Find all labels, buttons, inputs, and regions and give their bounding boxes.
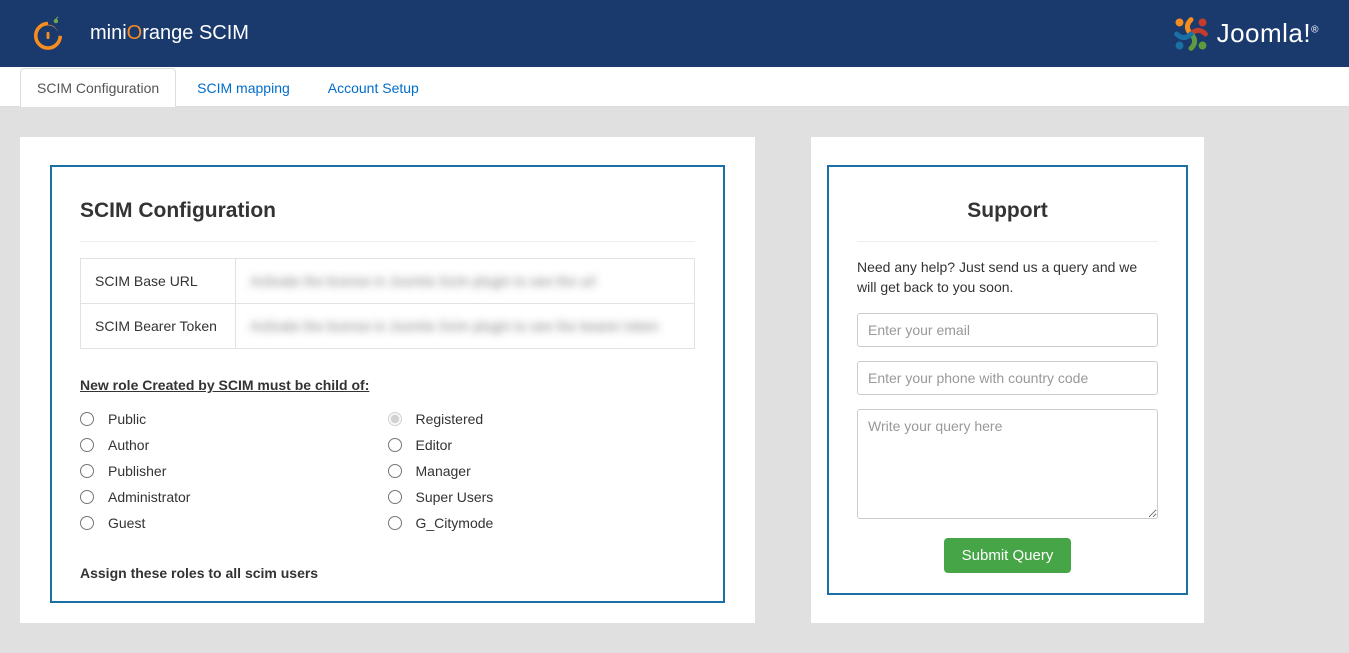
main-panel-inner: SCIM Configuration SCIM Base URL Activat… [50, 165, 725, 603]
divider [80, 241, 695, 242]
radio-manager[interactable] [388, 464, 402, 478]
radio-g-citymode[interactable] [388, 516, 402, 530]
support-panel-inner: Support Need any help? Just send us a qu… [827, 165, 1188, 595]
header-left: miniOrange SCIM [30, 16, 249, 52]
tabs-bar: SCIM Configuration SCIM mapping Account … [0, 67, 1349, 107]
submit-query-button[interactable]: Submit Query [944, 538, 1072, 573]
cfg-val-bearer-token: Activate the license in Joomla Scim plug… [236, 304, 695, 349]
role-option-super-users[interactable]: Super Users [388, 489, 696, 505]
role-option-manager[interactable]: Manager [388, 463, 696, 479]
radio-super-users[interactable] [388, 490, 402, 504]
support-title: Support [857, 199, 1158, 223]
divider [857, 241, 1158, 242]
role-subhead: New role Created by SCIM must be child o… [80, 377, 695, 393]
radio-administrator[interactable] [80, 490, 94, 504]
joomla-text: Joomla!® [1217, 18, 1319, 49]
role-option-editor[interactable]: Editor [388, 437, 696, 453]
title-prefix: mini [90, 22, 127, 44]
assign-roles-heading: Assign these roles to all scim users [80, 565, 695, 581]
app-title: miniOrange SCIM [90, 22, 249, 45]
cfg-key-bearer-token: SCIM Bearer Token [81, 304, 236, 349]
joomla-logo: Joomla!® [1173, 16, 1319, 52]
table-row: SCIM Base URL Activate the license in Jo… [81, 259, 695, 304]
role-col-left: Public Author Publisher Administrator Gu… [80, 411, 388, 541]
role-col-right: Registered Editor Manager Super Users G_… [388, 411, 696, 541]
role-option-guest[interactable]: Guest [80, 515, 388, 531]
main-title: SCIM Configuration [80, 199, 695, 223]
support-text: Need any help? Just send us a query and … [857, 258, 1158, 297]
content-area: SCIM Configuration SCIM Base URL Activat… [0, 107, 1349, 653]
role-option-public[interactable]: Public [80, 411, 388, 427]
radio-registered[interactable] [388, 412, 402, 426]
cfg-key-base-url: SCIM Base URL [81, 259, 236, 304]
main-panel: SCIM Configuration SCIM Base URL Activat… [20, 137, 755, 623]
role-option-administrator[interactable]: Administrator [80, 489, 388, 505]
joomla-icon [1173, 16, 1209, 52]
role-columns: Public Author Publisher Administrator Gu… [80, 411, 695, 541]
cfg-val-base-url: Activate the license in Joomla Scim plug… [236, 259, 695, 304]
role-option-publisher[interactable]: Publisher [80, 463, 388, 479]
radio-guest[interactable] [80, 516, 94, 530]
radio-public[interactable] [80, 412, 94, 426]
email-field[interactable] [857, 313, 1158, 347]
radio-author[interactable] [80, 438, 94, 452]
phone-field[interactable] [857, 361, 1158, 395]
tab-account-setup[interactable]: Account Setup [311, 68, 436, 107]
config-table: SCIM Base URL Activate the license in Jo… [80, 258, 695, 349]
miniorange-logo-icon [30, 16, 66, 52]
support-panel: Support Need any help? Just send us a qu… [811, 137, 1204, 623]
table-row: SCIM Bearer Token Activate the license i… [81, 304, 695, 349]
query-textarea[interactable] [857, 409, 1158, 519]
title-suffix: range SCIM [142, 22, 249, 44]
app-header: miniOrange SCIM Joomla!® [0, 0, 1349, 67]
tab-scim-mapping[interactable]: SCIM mapping [180, 68, 307, 107]
tab-scim-configuration[interactable]: SCIM Configuration [20, 68, 176, 107]
role-option-g-citymode[interactable]: G_Citymode [388, 515, 696, 531]
radio-publisher[interactable] [80, 464, 94, 478]
title-accent: O [127, 22, 143, 44]
role-option-author[interactable]: Author [80, 437, 388, 453]
radio-editor[interactable] [388, 438, 402, 452]
role-option-registered[interactable]: Registered [388, 411, 696, 427]
